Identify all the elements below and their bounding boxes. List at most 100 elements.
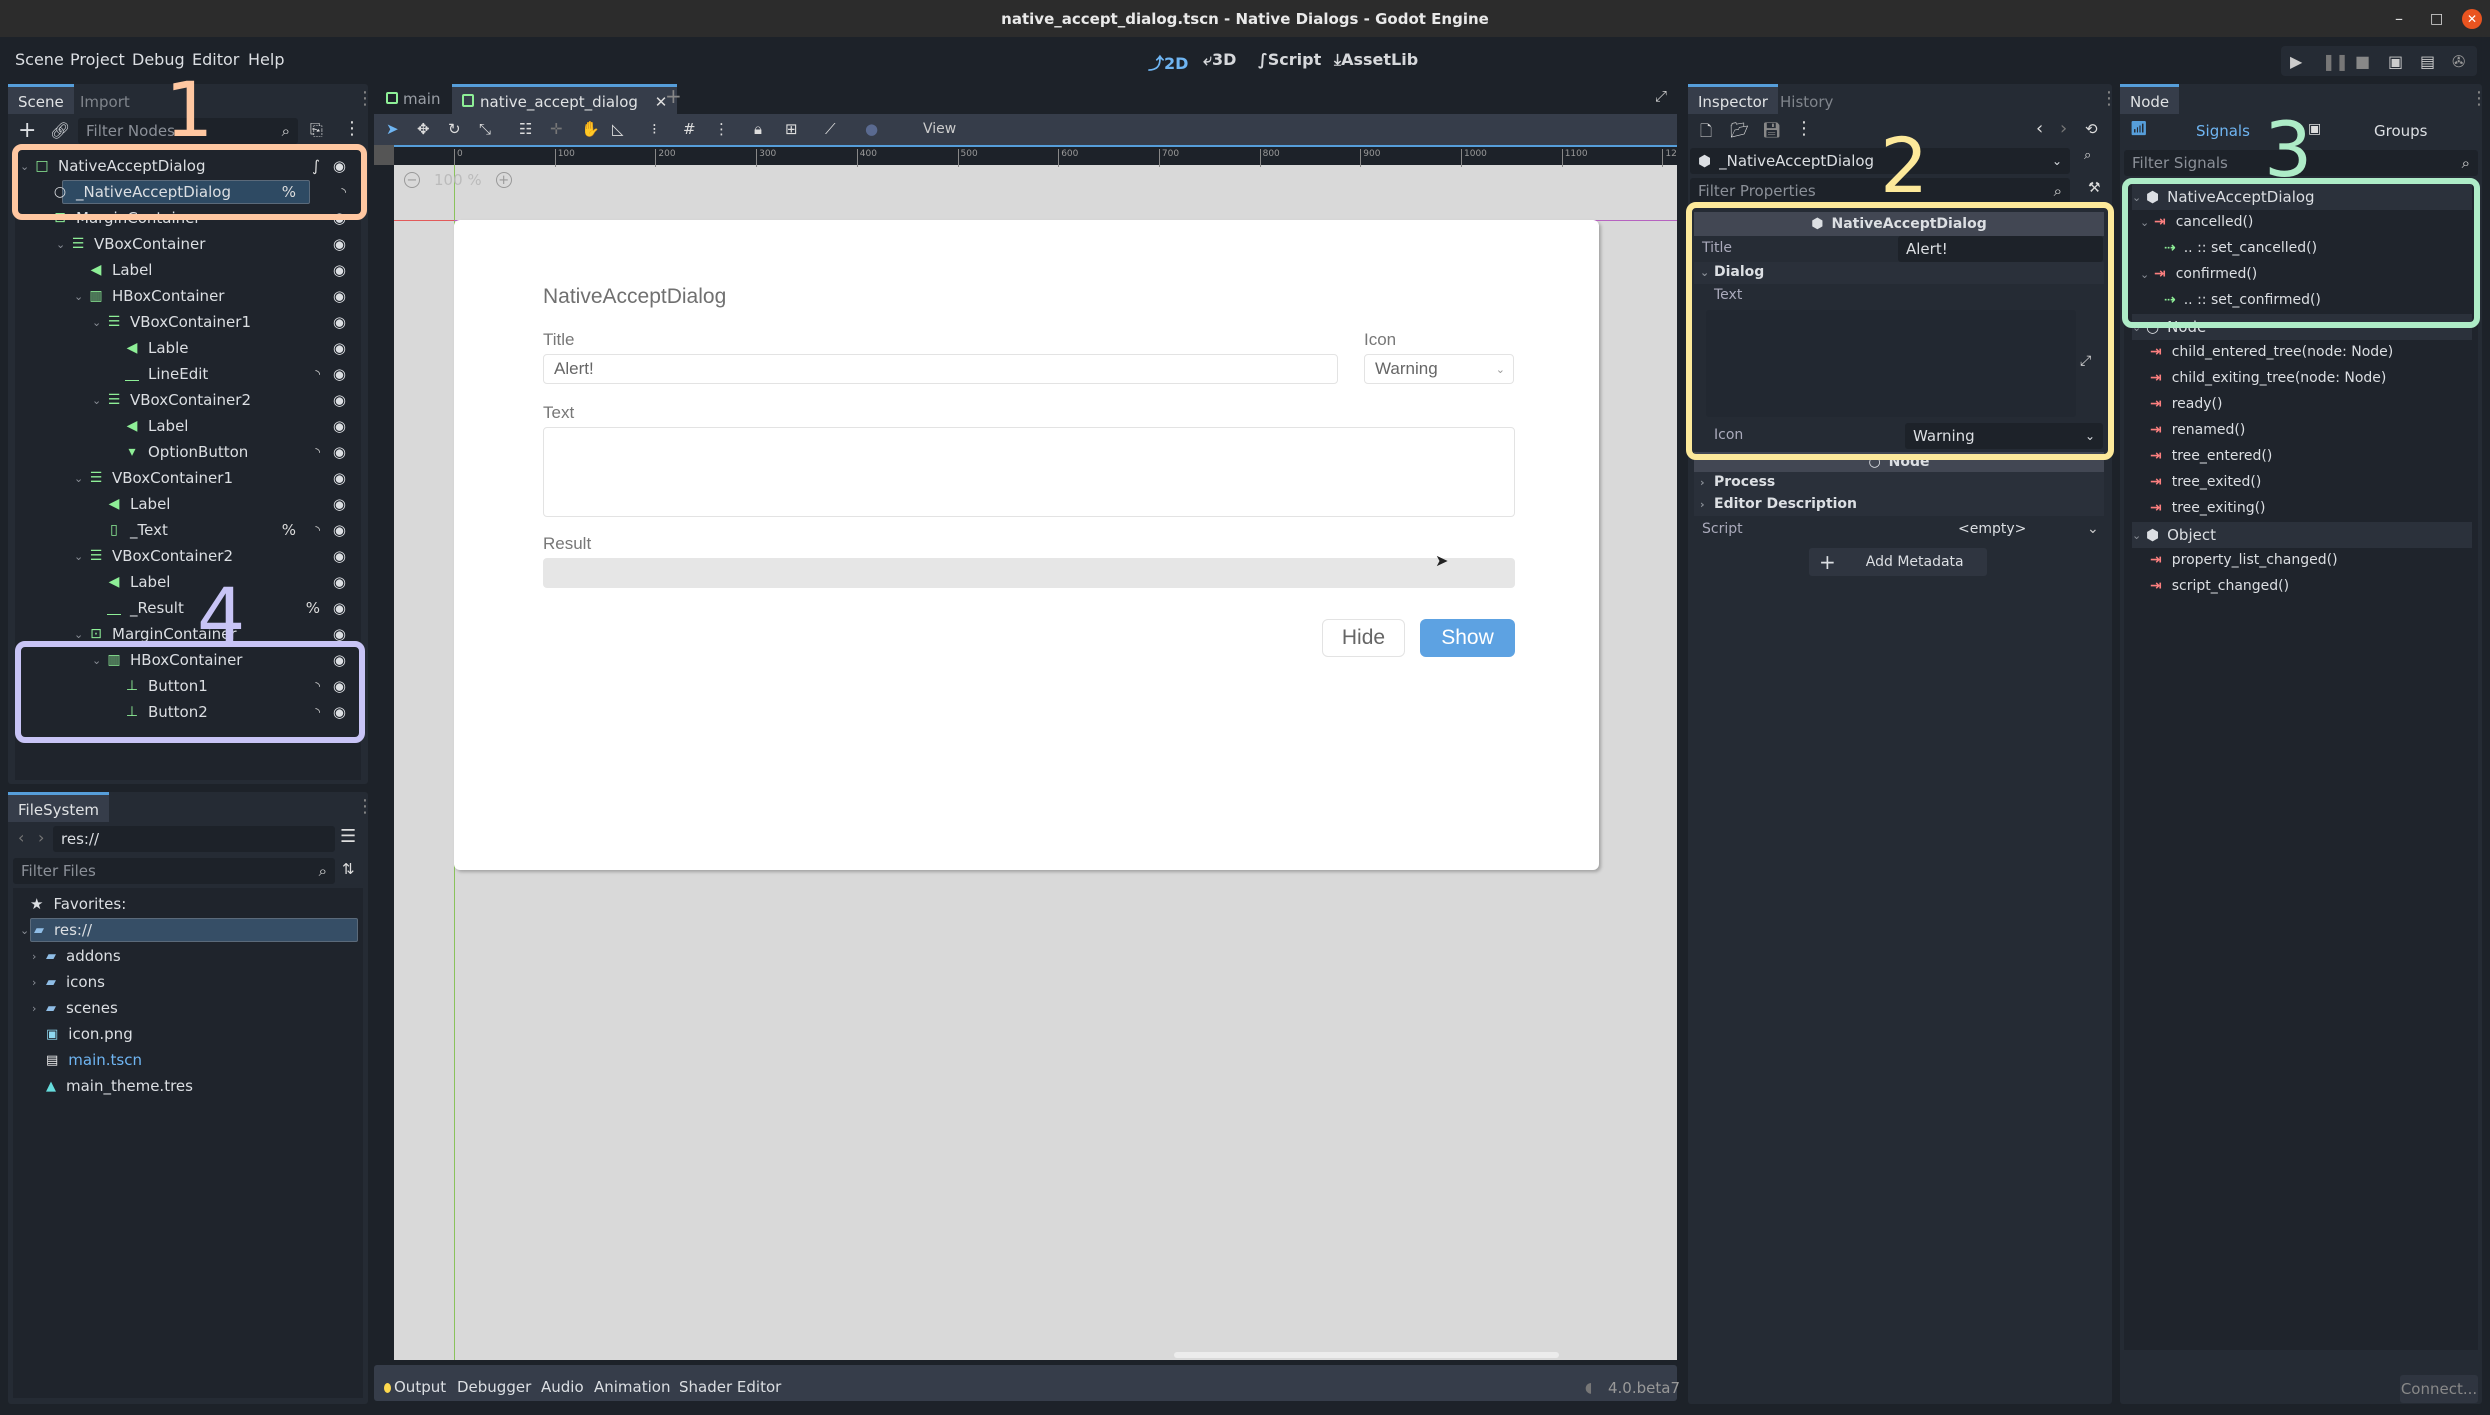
signals-connected-icon[interactable]: ◝ xyxy=(315,367,320,381)
dock-menu-icon[interactable]: ⋮ xyxy=(356,88,374,109)
tab-main[interactable]: main xyxy=(376,84,450,114)
move-tool-icon[interactable]: ✥ xyxy=(417,120,430,138)
prop-script-value[interactable]: <empty> xyxy=(1958,521,2026,537)
attach-script-button[interactable]: ⎘ xyxy=(310,120,323,140)
chevron-right-icon[interactable]: › xyxy=(32,976,42,989)
zoom-level[interactable]: 100 % xyxy=(434,171,482,189)
tab-debugger[interactable]: Debugger xyxy=(457,1378,531,1396)
mode-assetlib[interactable]: ⤓AssetLib xyxy=(1334,50,1418,70)
signal-item[interactable]: ⇥ ready() xyxy=(2150,396,2222,412)
visibility-eye-icon[interactable]: ◉ xyxy=(333,339,346,357)
scene-tree-item[interactable]: ◀ Label ◉ xyxy=(110,413,360,439)
tab-native-accept-dialog[interactable]: native_accept_dialog ✕ xyxy=(452,84,678,114)
scale-tool-icon[interactable]: ⤡ xyxy=(479,120,491,138)
tab-scene[interactable]: Scene xyxy=(8,84,74,114)
visibility-eye-icon[interactable]: ◉ xyxy=(333,313,346,331)
rotate-tool-icon[interactable]: ↻ xyxy=(448,120,461,138)
tab-groups[interactable]: Groups xyxy=(2374,122,2427,140)
text-area[interactable] xyxy=(543,427,1515,517)
object-history-button[interactable]: ⟲ xyxy=(2085,120,2098,138)
tab-history[interactable]: History xyxy=(1770,87,1843,117)
tab-signals[interactable]: Signals xyxy=(2196,122,2250,140)
scene-tree-item[interactable]: ⌄ ☰ VBoxContainer ◉ xyxy=(56,231,360,257)
stop-button[interactable]: ■ xyxy=(2355,52,2370,71)
scene-tree-item[interactable]: ⌄ ▥ HBoxContainer ◉ xyxy=(74,283,360,309)
pivot-tool-icon[interactable]: ✛ xyxy=(550,120,563,138)
chevron-down-icon[interactable]: ⌄ xyxy=(2087,521,2099,537)
scene-tree-item[interactable]: ◀ Lable ◉ xyxy=(110,335,360,361)
chevron-down-icon[interactable]: ⌄ xyxy=(74,290,84,303)
file-item[interactable]: ▲ main_theme.tres xyxy=(32,1073,193,1099)
signals-connected-icon[interactable]: ◝ xyxy=(315,523,320,537)
signal-item[interactable]: ⇥ tree_exited() xyxy=(2150,474,2261,490)
back-button[interactable]: ‹ xyxy=(18,828,24,847)
dock-menu-icon[interactable]: ⋮ xyxy=(2470,88,2488,109)
pan-tool-icon[interactable]: ✋ xyxy=(581,120,600,138)
visibility-eye-icon[interactable]: ◉ xyxy=(333,573,346,591)
movie-maker-button[interactable]: ✇ xyxy=(2452,52,2465,71)
signal-item[interactable]: ⇥ tree_exiting() xyxy=(2150,500,2266,516)
add-metadata-button[interactable]: + Add Metadata xyxy=(1809,548,1987,576)
pause-button[interactable]: ❚❚ xyxy=(2322,52,2349,71)
grid-snap-icon[interactable]: # xyxy=(683,120,696,138)
open-docs-button[interactable]: ⌕ xyxy=(2084,148,2091,163)
tab-inspector[interactable]: Inspector xyxy=(1688,84,1778,114)
play-scene-button[interactable]: ▣ xyxy=(2388,52,2403,71)
tab-audio[interactable]: Audio xyxy=(541,1378,584,1396)
visibility-eye-icon[interactable]: ◉ xyxy=(333,547,346,565)
instance-scene-button[interactable]: 🔗︎ xyxy=(50,121,70,140)
canvas-viewport[interactable]: 0 100 200 300 400 500 600 700 800 900 1000 1100 1200… xyxy=(374,145,1677,1360)
signal-class-header[interactable]: ⌄ ⬢ Object xyxy=(2132,522,2472,548)
smart-snap-icon[interactable]: ⁝ xyxy=(652,120,657,138)
mode-script[interactable]: ∫Script xyxy=(1258,50,1321,69)
ruler-tool-icon[interactable]: ◺ xyxy=(612,120,624,138)
tab-animation[interactable]: Animation xyxy=(594,1378,670,1396)
file-item[interactable]: › ▰ scenes xyxy=(32,995,118,1021)
filter-files-input[interactable]: Filter Files ⌕ xyxy=(13,858,335,884)
file-item[interactable]: › ▰ addons xyxy=(32,943,121,969)
unique-name-icon[interactable]: % xyxy=(282,521,296,539)
forward-button[interactable]: › xyxy=(38,828,44,847)
version-label[interactable]: 4.0.beta7 xyxy=(1608,1379,1680,1397)
chevron-right-icon[interactable]: › xyxy=(32,1002,42,1015)
tab-filesystem[interactable]: FileSystem xyxy=(8,792,110,822)
signals-connected-icon[interactable]: ◝ xyxy=(315,445,320,459)
scene-tree-item[interactable]: ⌄ ☰ VBoxContainer2 ◉ xyxy=(92,387,360,413)
group-process[interactable]: › Process xyxy=(1700,474,1775,490)
visibility-eye-icon[interactable]: ◉ xyxy=(333,287,346,305)
inspector-tools-button[interactable]: ⚒ xyxy=(2088,180,2101,196)
visibility-eye-icon[interactable]: ◉ xyxy=(333,417,346,435)
visibility-eye-icon[interactable]: ◉ xyxy=(333,261,346,279)
show-button[interactable]: Show xyxy=(1420,619,1515,657)
signal-item[interactable]: ⇥ script_changed() xyxy=(2150,578,2289,594)
chevron-down-icon[interactable]: ⌄ xyxy=(2132,529,2142,542)
visibility-eye-icon[interactable]: ◉ xyxy=(333,495,346,513)
path-input[interactable]: res:// xyxy=(53,826,335,852)
add-node-button[interactable]: + xyxy=(18,118,36,143)
hide-button[interactable]: Hide xyxy=(1322,619,1405,657)
chevron-down-icon[interactable]: ⌄ xyxy=(20,924,30,937)
chevron-down-icon[interactable]: ⌄ xyxy=(92,316,102,329)
scene-tree-item[interactable]: ◀ Label ◉ xyxy=(92,491,360,517)
connect-button[interactable]: Connect... xyxy=(2400,1375,2478,1403)
override-camera-icon[interactable]: ● xyxy=(865,120,878,138)
visibility-eye-icon[interactable]: ◉ xyxy=(333,469,346,487)
scene-tree-item[interactable]: ◀ Label ◉ xyxy=(74,257,360,283)
icon-select[interactable]: Warning ⌄ xyxy=(1364,354,1514,384)
file-item[interactable]: › ▰ icons xyxy=(32,969,105,995)
maximize-button[interactable]: □ xyxy=(2430,0,2443,37)
scene-tree-item[interactable]: ▯ _Text% ◝ ◉ xyxy=(92,517,360,543)
signal-item[interactable]: ⇥ renamed() xyxy=(2150,422,2245,438)
mode-2d[interactable]: ⤴2D xyxy=(1148,50,1188,74)
close-window-button[interactable]: ✕ xyxy=(2462,9,2482,29)
snap-options-icon[interactable]: ⋮ xyxy=(714,120,729,138)
play-button[interactable]: ▶ xyxy=(2290,52,2302,71)
visibility-eye-icon[interactable]: ◉ xyxy=(333,521,346,539)
visibility-eye-icon[interactable]: ◉ xyxy=(333,443,346,461)
signal-item[interactable]: ⇥ child_entered_tree(node: Node) xyxy=(2150,344,2393,360)
distraction-free-button[interactable]: ⤢ xyxy=(1655,87,1667,105)
signal-item[interactable]: ⇥ child_exiting_tree(node: Node) xyxy=(2150,370,2386,386)
skeleton-tool-icon[interactable]: ⟋ xyxy=(825,120,836,138)
zoom-out-button[interactable]: − xyxy=(404,172,420,188)
save-resource-button[interactable]: 💾︎ xyxy=(1762,121,1781,139)
